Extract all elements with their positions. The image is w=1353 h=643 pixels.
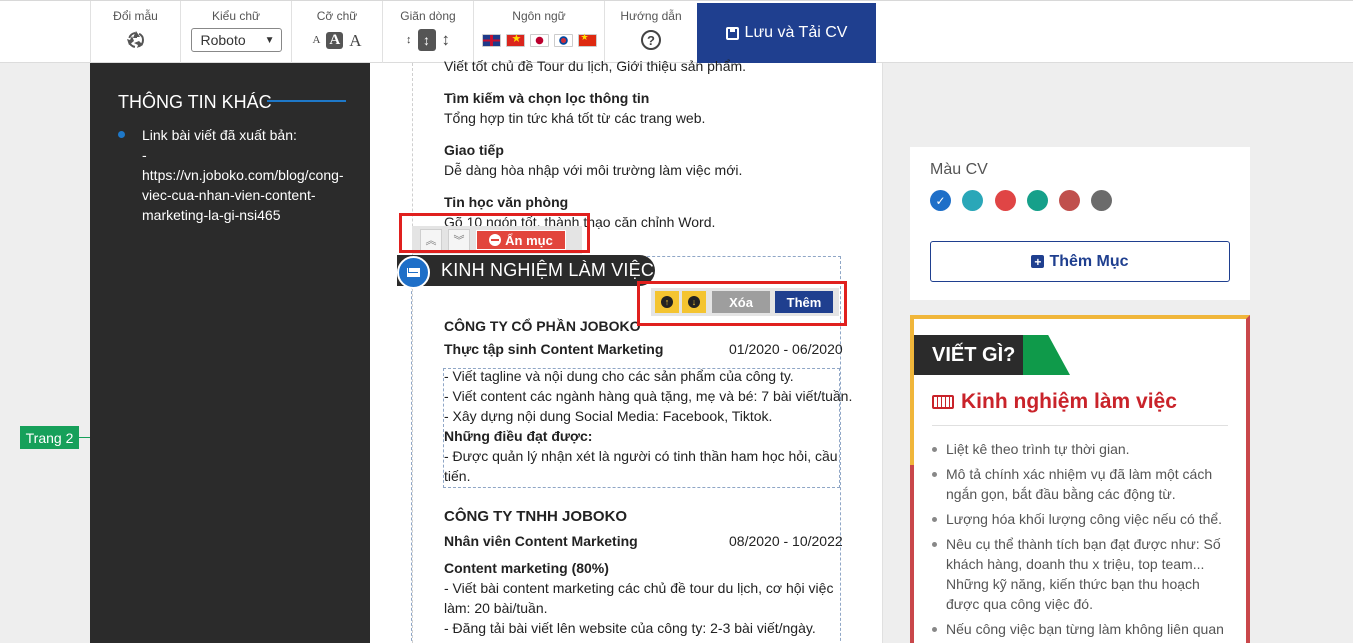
language-label: Ngôn ngữ: [512, 9, 566, 23]
color-swatch-red[interactable]: [995, 190, 1016, 211]
color-swatch-green[interactable]: [1027, 190, 1048, 211]
japanese-flag-icon[interactable]: [529, 33, 549, 47]
tips-heading: VIẾT GÌ?: [914, 335, 1070, 375]
divider: [932, 425, 1228, 426]
line-spacing-medium-icon[interactable]: ↕: [417, 29, 436, 51]
page-badge-connector: [79, 437, 90, 438]
cv-color-label: Màu CV: [930, 161, 988, 178]
job-line: tiến.: [444, 468, 471, 484]
job-company[interactable]: CÔNG TY TNHH JOBOKO: [444, 507, 627, 527]
font-size-label: Cỡ chữ: [316, 9, 358, 23]
job-line: - Được quản lý nhận xét là người có tinh…: [444, 448, 838, 464]
job-line: - Viết content các ngành hàng quà tặng, …: [444, 388, 853, 404]
cv-color-panel: Màu CV ✓ + Thêm Mục: [910, 147, 1250, 300]
plus-square-icon: +: [1031, 255, 1045, 268]
chevron-down-icon: ▼: [264, 34, 275, 46]
job-line[interactable]: làm: 20 bài/tuần.: [444, 598, 548, 618]
tip-item: Mô tả chính xác nhiệm vụ đã làm một cách…: [932, 464, 1228, 504]
tip-item: Nếu công việc bạn từng làm không liên qu…: [932, 619, 1228, 639]
english-flag-icon[interactable]: [481, 33, 501, 47]
line-spacing-label: Giãn dòng: [400, 9, 456, 23]
skill-name[interactable]: Tìm kiếm và chọn lọc thông tin: [444, 88, 649, 108]
timeline-line: [412, 63, 413, 643]
job-line[interactable]: - Đăng tải bài viết lên website của công…: [444, 618, 816, 638]
tip-item: Liệt kê theo trình tự thời gian.: [932, 439, 1228, 459]
job-subtitle[interactable]: Content marketing (80%): [444, 558, 609, 578]
job-line: - Xây dựng nội dung Social Media: Facebo…: [444, 408, 773, 424]
tip-item: Lượng hóa khối lượng công việc nếu có th…: [932, 509, 1228, 529]
guide-tool[interactable]: Hướng dẫn ?: [605, 1, 697, 63]
add-section-label: Thêm Mục: [1049, 252, 1129, 270]
tips-topic-label: Kinh nghiệm làm việc: [961, 390, 1177, 413]
change-template-label: Đổi mẫu: [113, 9, 158, 23]
toolbar: Đổi mẫu Kiểu chữ Roboto ▼ Cỡ chữ A A A G…: [0, 0, 1353, 63]
korean-flag-icon[interactable]: [553, 33, 573, 47]
job-line[interactable]: - Viết bài content marketing các chủ đề …: [444, 578, 833, 598]
guide-label: Hướng dẫn: [620, 9, 682, 23]
writing-tips-panel: VIẾT GÌ? Kinh nghiệm làm việc Liệt kê th…: [910, 315, 1250, 643]
title-underline: [267, 100, 346, 102]
save-download-label: Lưu và Tải CV: [744, 24, 848, 41]
line-spacing-small-icon[interactable]: ↕: [406, 34, 412, 46]
color-swatch-gray[interactable]: [1091, 190, 1112, 211]
skill-name[interactable]: Giao tiếp: [444, 140, 504, 160]
envelope-icon: [397, 256, 430, 289]
skill-desc[interactable]: Tổng hợp tin tức khá tốt từ các trang we…: [444, 108, 705, 128]
job-period[interactable]: 08/2020 - 10/2022: [729, 531, 843, 551]
font-family-label: Kiểu chữ: [211, 9, 261, 23]
skill-desc-top[interactable]: Viết tốt chủ đề Tour du lịch, Giới thiệu…: [444, 56, 746, 76]
tips-list: Liệt kê theo trình tự thời gian. Mô tả c…: [932, 439, 1228, 643]
font-family-select[interactable]: Roboto ▼: [190, 28, 282, 52]
vietnamese-flag-icon[interactable]: [505, 32, 525, 47]
language-tool: Ngôn ngữ: [474, 1, 605, 63]
keyboard-icon: [932, 395, 954, 409]
change-template-tool[interactable]: Đổi mẫu: [90, 1, 181, 63]
skill-desc[interactable]: Dễ dàng hòa nhập với môi trường làm việc…: [444, 160, 742, 180]
job-role[interactable]: Nhân viên Content Marketing: [444, 531, 638, 551]
recycle-icon: [126, 31, 144, 48]
color-swatch-teal[interactable]: [962, 190, 983, 211]
highlight-box: [637, 281, 847, 326]
cv-main-column: Viết tốt chủ đề Tour du lịch, Giới thiệu…: [370, 58, 883, 643]
page-badge: Trang 2: [20, 426, 79, 449]
experience-section-title[interactable]: KINH NGHIỆM LÀM VIỆC: [441, 260, 654, 281]
color-swatch-blue[interactable]: ✓: [930, 190, 951, 211]
tip-item: Nêu cụ thể thành tích bạn đạt được như: …: [932, 534, 1228, 614]
highlight-box: [399, 213, 590, 253]
font-size-small-button[interactable]: A: [312, 34, 320, 46]
help-icon: ?: [641, 30, 661, 50]
line-spacing-large-icon[interactable]: ↕: [442, 30, 451, 50]
bullet-dot: [118, 131, 125, 138]
chinese-flag-icon[interactable]: [577, 32, 597, 47]
font-size-large-button[interactable]: A: [349, 32, 361, 49]
tips-topic: Kinh nghiệm làm việc: [932, 390, 1177, 414]
other-info-title[interactable]: THÔNG TIN KHÁC: [118, 92, 272, 113]
font-size-medium-button[interactable]: A: [326, 31, 344, 49]
job-role[interactable]: Thực tập sinh Content Marketing: [444, 339, 663, 359]
font-size-tool: Cỡ chữ A A A: [292, 1, 383, 63]
font-family-value: Roboto: [200, 32, 246, 48]
save-download-button[interactable]: Lưu và Tải CV: [697, 3, 876, 63]
skill-name[interactable]: Tin học văn phòng: [444, 192, 568, 212]
job-company[interactable]: CÔNG TY CỔ PHẦN JOBOKO: [444, 316, 641, 336]
job-achievement-title: Những điều đạt được:: [444, 428, 593, 444]
add-section-button[interactable]: + Thêm Mục: [930, 241, 1230, 282]
line-spacing-tool: Giãn dòng ↕ ↕ ↕: [383, 1, 474, 63]
cv-left-column: THÔNG TIN KHÁC Link bài viết đã xuất bản…: [90, 63, 370, 643]
color-swatch-brick[interactable]: [1059, 190, 1080, 211]
job-period[interactable]: 01/2020 - 06/2020: [729, 339, 843, 359]
font-family-tool: Kiểu chữ Roboto ▼: [181, 1, 292, 63]
published-link-text[interactable]: Link bài viết đã xuất bản: - https://vn.…: [142, 125, 352, 225]
job-line: - Viết tagline và nội dung cho các sản p…: [444, 368, 794, 384]
floppy-disk-icon: [725, 26, 739, 40]
